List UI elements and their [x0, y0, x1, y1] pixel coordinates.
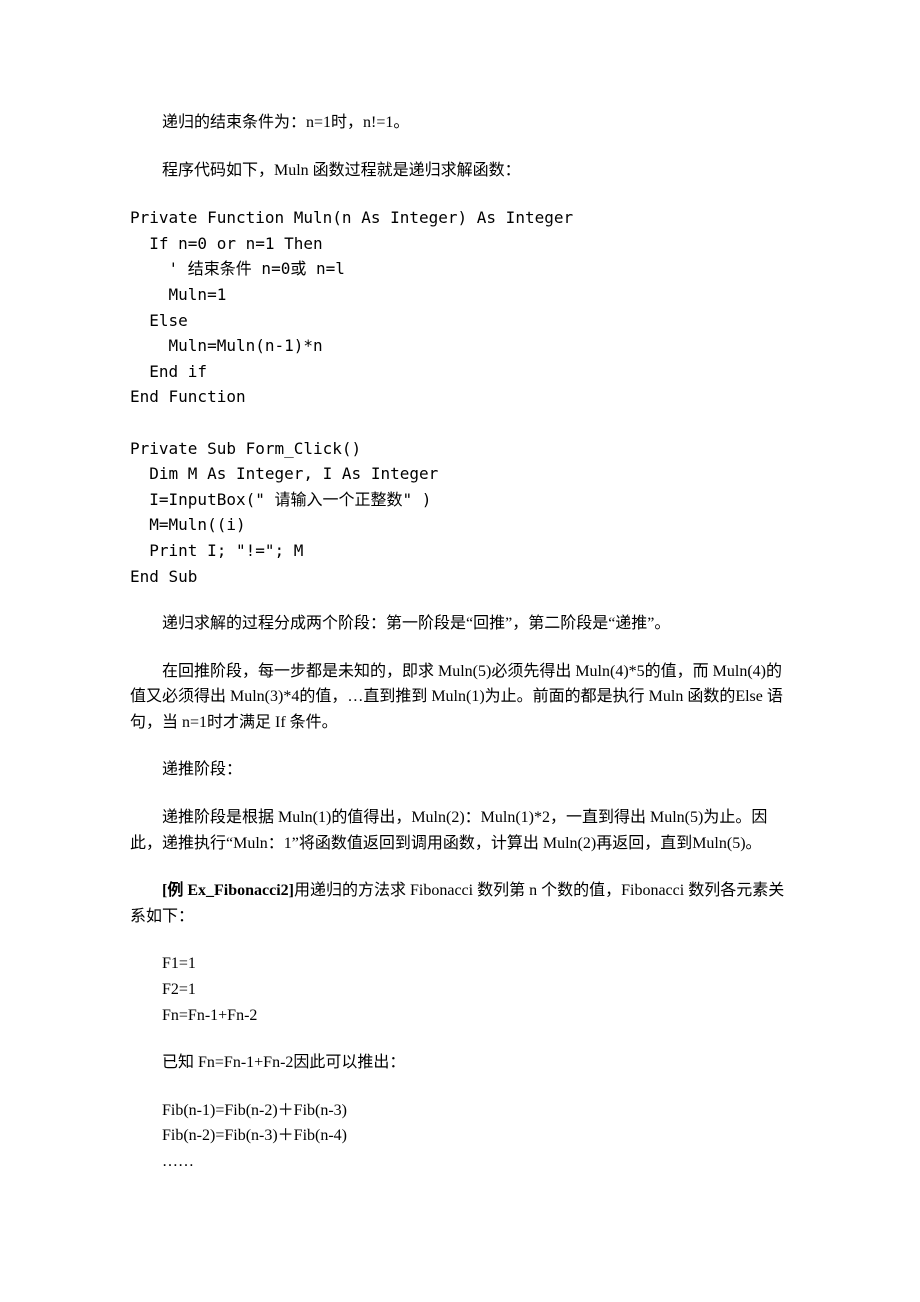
paragraph: 程序代码如下，Muln 函数过程就是递归求解函数：	[130, 158, 790, 184]
paragraph: 递推阶段：	[130, 757, 790, 783]
paragraph: 递归求解的过程分成两个阶段：第一阶段是“回推”，第二阶段是“递推”。	[130, 611, 790, 637]
equation-block: Fib(n-1)=Fib(n-2)＋Fib(n-3) Fib(n-2)=Fib(…	[130, 1098, 790, 1175]
paragraph: [例 Ex_Fibonacci2]用递归的方法求 Fibonacci 数列第 n…	[130, 878, 790, 929]
example-label: [例 Ex_Fibonacci2]	[162, 882, 294, 899]
code-block: Private Function Muln(n As Integer) As I…	[130, 205, 790, 589]
document-page: 递归的结束条件为：n=1时，n!=1。 程序代码如下，Muln 函数过程就是递归…	[0, 0, 920, 1302]
equation-block: F1=1 F2=1 Fn=Fn-1+Fn-2	[130, 951, 790, 1028]
paragraph: 在回推阶段，每一步都是未知的，即求 Muln(5)必须先得出 Muln(4)*5…	[130, 659, 790, 736]
paragraph: 递归的结束条件为：n=1时，n!=1。	[130, 110, 790, 136]
paragraph: 递推阶段是根据 Muln(1)的值得出，Muln(2)：Muln(1)*2，一直…	[130, 805, 790, 856]
paragraph: 已知 Fn=Fn-1+Fn-2因此可以推出：	[130, 1050, 790, 1076]
